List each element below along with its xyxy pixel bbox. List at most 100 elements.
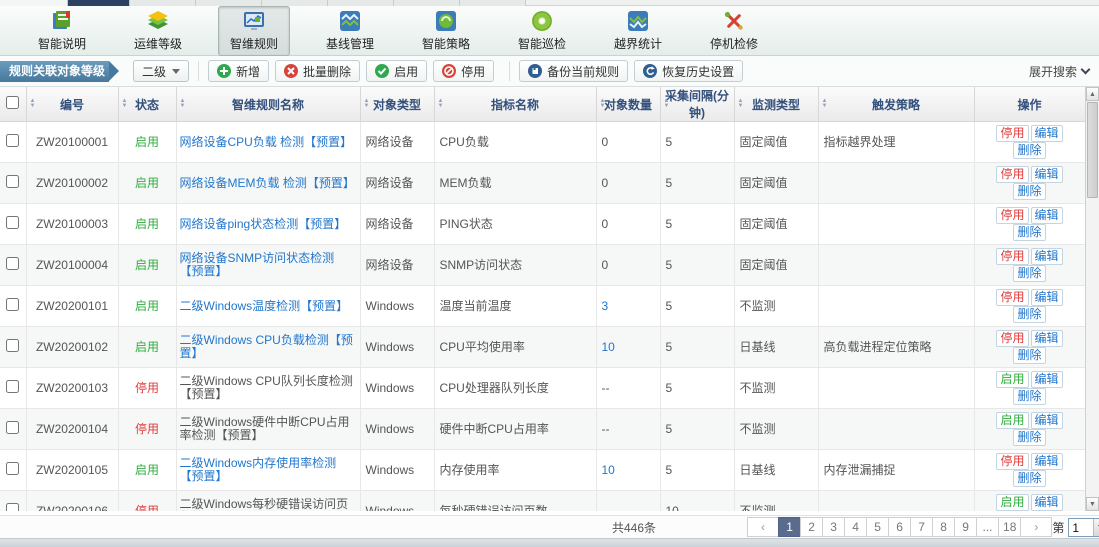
sort-icon[interactable]: ▲▼ bbox=[30, 99, 36, 109]
vertical-scrollbar[interactable]: ▲ ▼ bbox=[1085, 87, 1099, 511]
page-button[interactable]: 5 bbox=[866, 517, 889, 537]
column-header[interactable]: 操作 bbox=[974, 87, 1085, 122]
toolbar-item-maintenance[interactable]: 停机检修 bbox=[698, 6, 770, 56]
row-checkbox[interactable] bbox=[6, 257, 19, 270]
column-header[interactable]: ▲▼对象数量 bbox=[596, 87, 660, 122]
row-enable-button[interactable]: 启用 bbox=[996, 494, 1028, 511]
sort-icon[interactable]: ▲▼ bbox=[664, 99, 670, 109]
row-disable-button[interactable]: 停用 bbox=[996, 248, 1028, 265]
row-delete-button[interactable]: 删除 bbox=[1013, 183, 1045, 200]
sort-icon[interactable]: ▲▼ bbox=[438, 99, 444, 109]
row-checkbox[interactable] bbox=[6, 462, 19, 475]
page-button[interactable]: 6 bbox=[888, 517, 911, 537]
row-edit-button[interactable]: 编辑 bbox=[1031, 412, 1063, 429]
page-button[interactable]: 2 bbox=[800, 517, 823, 537]
column-header[interactable]: ▲▼编号 bbox=[26, 87, 118, 122]
toolbar-item-inspection[interactable]: 智能巡检 bbox=[506, 6, 578, 56]
row-disable-button[interactable]: 停用 bbox=[996, 166, 1028, 183]
prev-page-button[interactable]: ‹ bbox=[747, 517, 779, 537]
row-disable-button[interactable]: 停用 bbox=[996, 330, 1028, 347]
row-checkbox[interactable] bbox=[6, 175, 19, 188]
object-count-link[interactable]: 3 bbox=[602, 299, 609, 313]
dropdown-arrow-icon[interactable] bbox=[1093, 519, 1099, 536]
column-header[interactable]: ▲▼状态 bbox=[118, 87, 176, 122]
rule-name-link[interactable]: 网络设备ping状态检测【预置】 bbox=[180, 217, 347, 231]
expand-search-toggle[interactable]: 展开搜索 bbox=[1029, 63, 1089, 80]
rule-name-link[interactable]: 二级Windows内存使用率检测【预置】 bbox=[180, 456, 337, 483]
page-button[interactable]: 1 bbox=[778, 517, 801, 537]
row-edit-button[interactable]: 编辑 bbox=[1031, 248, 1063, 265]
scroll-down-icon[interactable]: ▼ bbox=[1086, 497, 1099, 511]
backup-rules-button[interactable]: 备份当前规则 bbox=[519, 60, 628, 82]
page-jump-select[interactable]: 1 bbox=[1068, 518, 1099, 537]
scroll-up-icon[interactable]: ▲ bbox=[1086, 87, 1099, 101]
toolbar-item-manual[interactable]: 智能说明 bbox=[26, 6, 98, 56]
rule-name-link[interactable]: 网络设备CPU负载 检测【预置】 bbox=[180, 135, 353, 149]
row-disable-button[interactable]: 停用 bbox=[996, 207, 1028, 224]
sort-icon[interactable]: ▲▼ bbox=[738, 99, 744, 109]
enable-button[interactable]: 启用 bbox=[366, 60, 427, 82]
row-checkbox[interactable] bbox=[6, 339, 19, 352]
row-edit-button[interactable]: 编辑 bbox=[1031, 125, 1063, 142]
toolbar-item-rules[interactable]: 智维规则 bbox=[218, 6, 290, 56]
add-button[interactable]: 新增 bbox=[208, 60, 269, 82]
column-header[interactable]: ▲▼指标名称 bbox=[434, 87, 596, 122]
row-edit-button[interactable]: 编辑 bbox=[1031, 453, 1063, 470]
column-header[interactable]: ▲▼对象类型 bbox=[360, 87, 434, 122]
row-checkbox[interactable] bbox=[6, 503, 19, 511]
sort-icon[interactable]: ▲▼ bbox=[180, 99, 186, 109]
row-edit-button[interactable]: 编辑 bbox=[1031, 371, 1063, 388]
column-header[interactable]: ▲▼监测类型 bbox=[734, 87, 818, 122]
row-checkbox[interactable] bbox=[6, 380, 19, 393]
next-page-button[interactable]: › bbox=[1020, 517, 1052, 537]
page-button[interactable]: 18 bbox=[998, 517, 1021, 537]
toolbar-item-boundary-stats[interactable]: 越界统计 bbox=[602, 6, 674, 56]
rule-name-link[interactable]: 网络设备MEM负载 检测【预置】 bbox=[180, 176, 355, 190]
restore-history-button[interactable]: 恢复历史设置 bbox=[634, 60, 743, 82]
column-header[interactable]: ▲▼采集间隔(分钟) bbox=[660, 87, 734, 122]
row-checkbox[interactable] bbox=[6, 421, 19, 434]
level-select[interactable]: 二级 bbox=[133, 60, 189, 82]
row-edit-button[interactable]: 编辑 bbox=[1031, 494, 1063, 511]
row-enable-button[interactable]: 启用 bbox=[996, 412, 1028, 429]
row-checkbox[interactable] bbox=[6, 298, 19, 311]
row-checkbox[interactable] bbox=[6, 134, 19, 147]
page-button[interactable]: 3 bbox=[822, 517, 845, 537]
row-edit-button[interactable]: 编辑 bbox=[1031, 330, 1063, 347]
rule-name-link[interactable]: 网络设备SNMP访问状态检测【预置】 bbox=[180, 251, 335, 278]
rule-name-link[interactable]: 二级Windows温度检测【预置】 bbox=[180, 299, 349, 313]
row-delete-button[interactable]: 删除 bbox=[1013, 470, 1045, 487]
page-button[interactable]: 9 bbox=[954, 517, 977, 537]
row-checkbox[interactable] bbox=[6, 216, 19, 229]
object-count-link[interactable]: 10 bbox=[602, 340, 615, 354]
sort-icon[interactable]: ▲▼ bbox=[600, 99, 606, 109]
select-all-checkbox[interactable] bbox=[6, 96, 19, 109]
page-button[interactable]: 4 bbox=[844, 517, 867, 537]
row-delete-button[interactable]: 删除 bbox=[1013, 347, 1045, 364]
page-ellipsis[interactable]: ... bbox=[976, 517, 999, 537]
rule-name-link[interactable]: 二级Windows CPU负载检测【预置】 bbox=[180, 333, 353, 360]
column-header[interactable]: ▲▼触发策略 bbox=[818, 87, 974, 122]
sort-icon[interactable]: ▲▼ bbox=[122, 99, 128, 109]
row-delete-button[interactable]: 删除 bbox=[1013, 142, 1045, 159]
disable-button[interactable]: 停用 bbox=[433, 60, 494, 82]
row-disable-button[interactable]: 停用 bbox=[996, 289, 1028, 306]
toolbar-item-ops-level[interactable]: 运维等级 bbox=[122, 6, 194, 56]
row-edit-button[interactable]: 编辑 bbox=[1031, 207, 1063, 224]
sort-icon[interactable]: ▲▼ bbox=[822, 99, 828, 109]
row-disable-button[interactable]: 停用 bbox=[996, 125, 1028, 142]
row-delete-button[interactable]: 删除 bbox=[1013, 265, 1045, 282]
object-count-link[interactable]: 10 bbox=[602, 463, 615, 477]
row-delete-button[interactable]: 删除 bbox=[1013, 429, 1045, 446]
row-delete-button[interactable]: 删除 bbox=[1013, 224, 1045, 241]
toolbar-item-strategy[interactable]: 智能策略 bbox=[410, 6, 482, 56]
row-edit-button[interactable]: 编辑 bbox=[1031, 166, 1063, 183]
row-enable-button[interactable]: 启用 bbox=[996, 371, 1028, 388]
scrollbar-thumb[interactable] bbox=[1087, 102, 1098, 198]
toolbar-item-baseline[interactable]: 基线管理 bbox=[314, 6, 386, 56]
page-button[interactable]: 8 bbox=[932, 517, 955, 537]
row-delete-button[interactable]: 删除 bbox=[1013, 306, 1045, 323]
batch-delete-button[interactable]: 批量删除 bbox=[275, 60, 360, 82]
row-delete-button[interactable]: 删除 bbox=[1013, 388, 1045, 405]
page-button[interactable]: 7 bbox=[910, 517, 933, 537]
